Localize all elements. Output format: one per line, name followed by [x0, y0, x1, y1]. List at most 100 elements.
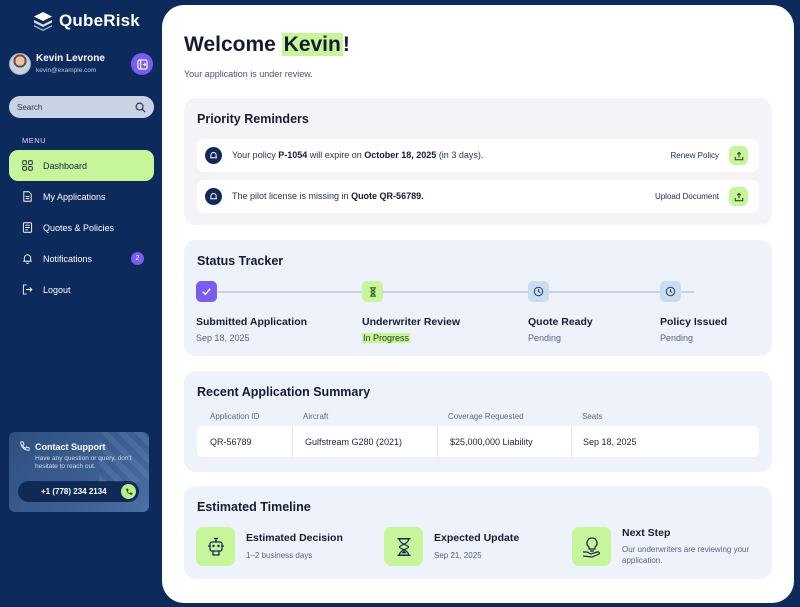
robot-icon — [196, 527, 235, 566]
logo-icon — [34, 12, 52, 31]
logout-icon — [22, 284, 33, 295]
timeline-item-name: Estimated Decision — [246, 532, 343, 544]
sidebar-item-label: Notifications — [43, 253, 93, 264]
bell-icon — [205, 188, 222, 205]
aircraft-cell: Gulfstream G280 (2021) — [305, 436, 403, 447]
column-header: Aircraft — [303, 412, 329, 421]
sidebar-item-notifications[interactable]: Notifications 2 — [9, 243, 154, 274]
text-part: (in 3 days). — [436, 150, 484, 160]
support-title-text: Contact Support — [35, 441, 106, 452]
hourglass-glyph — [397, 537, 410, 556]
table-row[interactable]: QR-56789 Gulfstream G280 (2021) $25,000,… — [197, 426, 759, 457]
page-subtitle: Your application is under review. — [184, 69, 313, 79]
timeline-item-sub: 1–2 business days — [246, 551, 313, 560]
step-name: Underwriter Review — [362, 316, 461, 328]
timeline-item-name: Next Step — [622, 527, 671, 539]
page-title: Welcome Kevin! — [184, 33, 350, 57]
renew-policy-button[interactable] — [729, 146, 748, 165]
text-part: The pilot license is missing in — [232, 191, 352, 201]
application-summary-card: Recent Application Summary Application I… — [184, 371, 772, 472]
profile-action-button[interactable] — [131, 53, 153, 75]
step-status-badge: In Progress — [362, 333, 411, 343]
upload-icon — [734, 151, 743, 160]
support-title: Contact Support — [19, 441, 106, 452]
welcome-name: Kevin — [281, 33, 343, 56]
step-pending-icon — [528, 281, 549, 302]
sidebar-item-label: Quotes & Policies — [43, 222, 115, 233]
sidebar-nav: Dashboard My Applications Quotes & Polic… — [9, 150, 154, 305]
robot-glyph — [207, 537, 224, 556]
bell-glyph — [210, 193, 217, 200]
reminder-item: The pilot license is missing in Quote QR… — [197, 180, 759, 213]
bell-icon — [205, 147, 222, 164]
brand-logo[interactable]: QubeRisk — [33, 11, 140, 31]
sidebar-item-label: Logout — [43, 284, 71, 295]
step-done-icon — [196, 281, 217, 302]
step-name: Submitted Application — [196, 316, 308, 328]
hourglass-icon — [369, 286, 376, 297]
reminder-item: Your policy P-1054 will expire on Octobe… — [197, 139, 759, 172]
upload-document-link[interactable]: Upload Document — [655, 192, 719, 201]
column-divider — [292, 426, 293, 457]
renew-policy-link[interactable]: Renew Policy — [671, 151, 719, 160]
upload-icon — [734, 192, 743, 201]
search-input[interactable]: Search — [9, 96, 154, 118]
user-email: kevin@example.com — [36, 67, 97, 74]
document-list-icon — [22, 222, 33, 233]
bell-icon — [23, 254, 32, 264]
brand-name: QubeRisk — [59, 11, 140, 30]
support-phone-number: +1 (778) 234 2134 — [41, 487, 107, 496]
column-header: Application ID — [210, 412, 260, 421]
column-header: Seats — [582, 412, 603, 421]
status-tracker-card: Status Tracker Submitted Application Sep… — [184, 240, 772, 356]
column-divider — [437, 426, 438, 457]
phone-icon — [20, 441, 30, 451]
user-profile: Kevin Levrone kevin@example.com — [9, 52, 154, 78]
column-header: Coverage Requested — [448, 412, 524, 421]
policy-id: P-1054 — [278, 150, 308, 160]
quote-id: Quote QR-56789. — [351, 191, 424, 201]
notification-count-badge: 2 — [131, 252, 144, 265]
card-title: Priority Reminders — [197, 112, 309, 126]
sidebar-item-logout[interactable]: Logout — [9, 274, 154, 305]
sidebar-item-label: My Applications — [43, 191, 106, 202]
welcome-prefix: Welcome — [184, 33, 282, 56]
menu-label: MENU — [22, 136, 47, 145]
step-pending-icon — [660, 281, 681, 302]
phone-icon — [125, 488, 132, 495]
timeline-item-name: Expected Update — [434, 532, 520, 544]
bell-glyph — [210, 152, 217, 159]
sidebar-item-my-applications[interactable]: My Applications — [9, 181, 154, 212]
step-name: Policy Issued — [660, 316, 728, 328]
sidebar-item-quotes-policies[interactable]: Quotes & Policies — [9, 212, 154, 243]
step-date: Sep 18, 2025 — [196, 333, 250, 343]
tracker-line — [218, 291, 694, 293]
avatar[interactable] — [9, 53, 31, 75]
card-title: Recent Application Summary — [197, 385, 371, 399]
expiry-date: October 18, 2025 — [364, 150, 437, 160]
sidebar: QubeRisk Kevin Levrone kevin@example.com… — [0, 0, 162, 607]
contact-support-card: Contact Support Have any question or que… — [9, 432, 149, 512]
document-icon — [23, 191, 32, 202]
support-text: Have any question or query, don't hesita… — [35, 455, 132, 470]
welcome-suffix: ! — [342, 33, 350, 56]
sidebar-item-dashboard[interactable]: Dashboard — [9, 150, 154, 181]
step-name: Quote Ready — [528, 316, 593, 328]
lightbulb-hand-icon — [572, 527, 611, 566]
step-progress-icon — [362, 281, 383, 302]
application-id-cell: QR-56789 — [210, 436, 252, 447]
upload-document-button[interactable] — [729, 187, 748, 206]
hourglass-icon — [384, 527, 423, 566]
support-phone-button[interactable]: +1 (778) 234 2134 — [18, 481, 139, 502]
coverage-cell: $25,000,000 Liability — [450, 436, 533, 447]
timeline-item-sub: Our underwriters are reviewing your appl… — [622, 545, 750, 565]
call-button[interactable] — [121, 484, 136, 499]
priority-reminders-card: Priority Reminders Your policy P-1054 wi… — [184, 98, 772, 225]
search-placeholder: Search — [17, 102, 43, 112]
timeline-item-sub: Sep 21, 2025 — [434, 551, 482, 560]
estimated-timeline-card: Estimated Timeline Estimated Decision 1–… — [184, 486, 772, 579]
exit-icon — [136, 58, 148, 70]
reminder-text: The pilot license is missing in Quote QR… — [232, 191, 424, 201]
grid-icon — [22, 160, 33, 171]
check-icon — [202, 288, 211, 296]
